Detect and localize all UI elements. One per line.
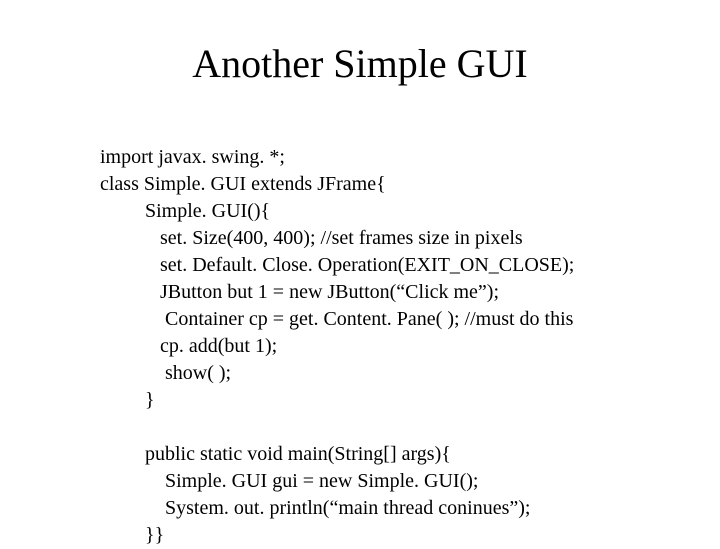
code-line: set. Size(400, 400); //set frames size i… (100, 227, 523, 249)
code-line: }} (100, 524, 164, 546)
code-line: import javax. swing. *; (100, 146, 285, 168)
code-line: public static void main(String[] args){ (100, 443, 451, 465)
code-line: class Simple. GUI extends JFrame{ (100, 173, 386, 195)
code-line: show( ); (100, 362, 231, 384)
code-line: JButton but 1 = new JButton(“Click me”); (100, 281, 499, 303)
slide: Another Simple GUI import javax. swing. … (0, 0, 720, 540)
code-line: } (100, 389, 155, 411)
code-line: cp. add(but 1); (100, 335, 277, 357)
code-line: Simple. GUI(){ (100, 200, 270, 222)
code-line: System. out. println(“main thread coninu… (100, 497, 530, 519)
code-block: import javax. swing. *; class Simple. GU… (100, 117, 680, 549)
slide-title: Another Simple GUI (40, 40, 680, 87)
code-line: Container cp = get. Content. Pane( ); //… (100, 308, 573, 330)
code-line: Simple. GUI gui = new Simple. GUI(); (100, 470, 478, 492)
code-line: set. Default. Close. Operation(EXIT_ON_C… (100, 254, 574, 276)
